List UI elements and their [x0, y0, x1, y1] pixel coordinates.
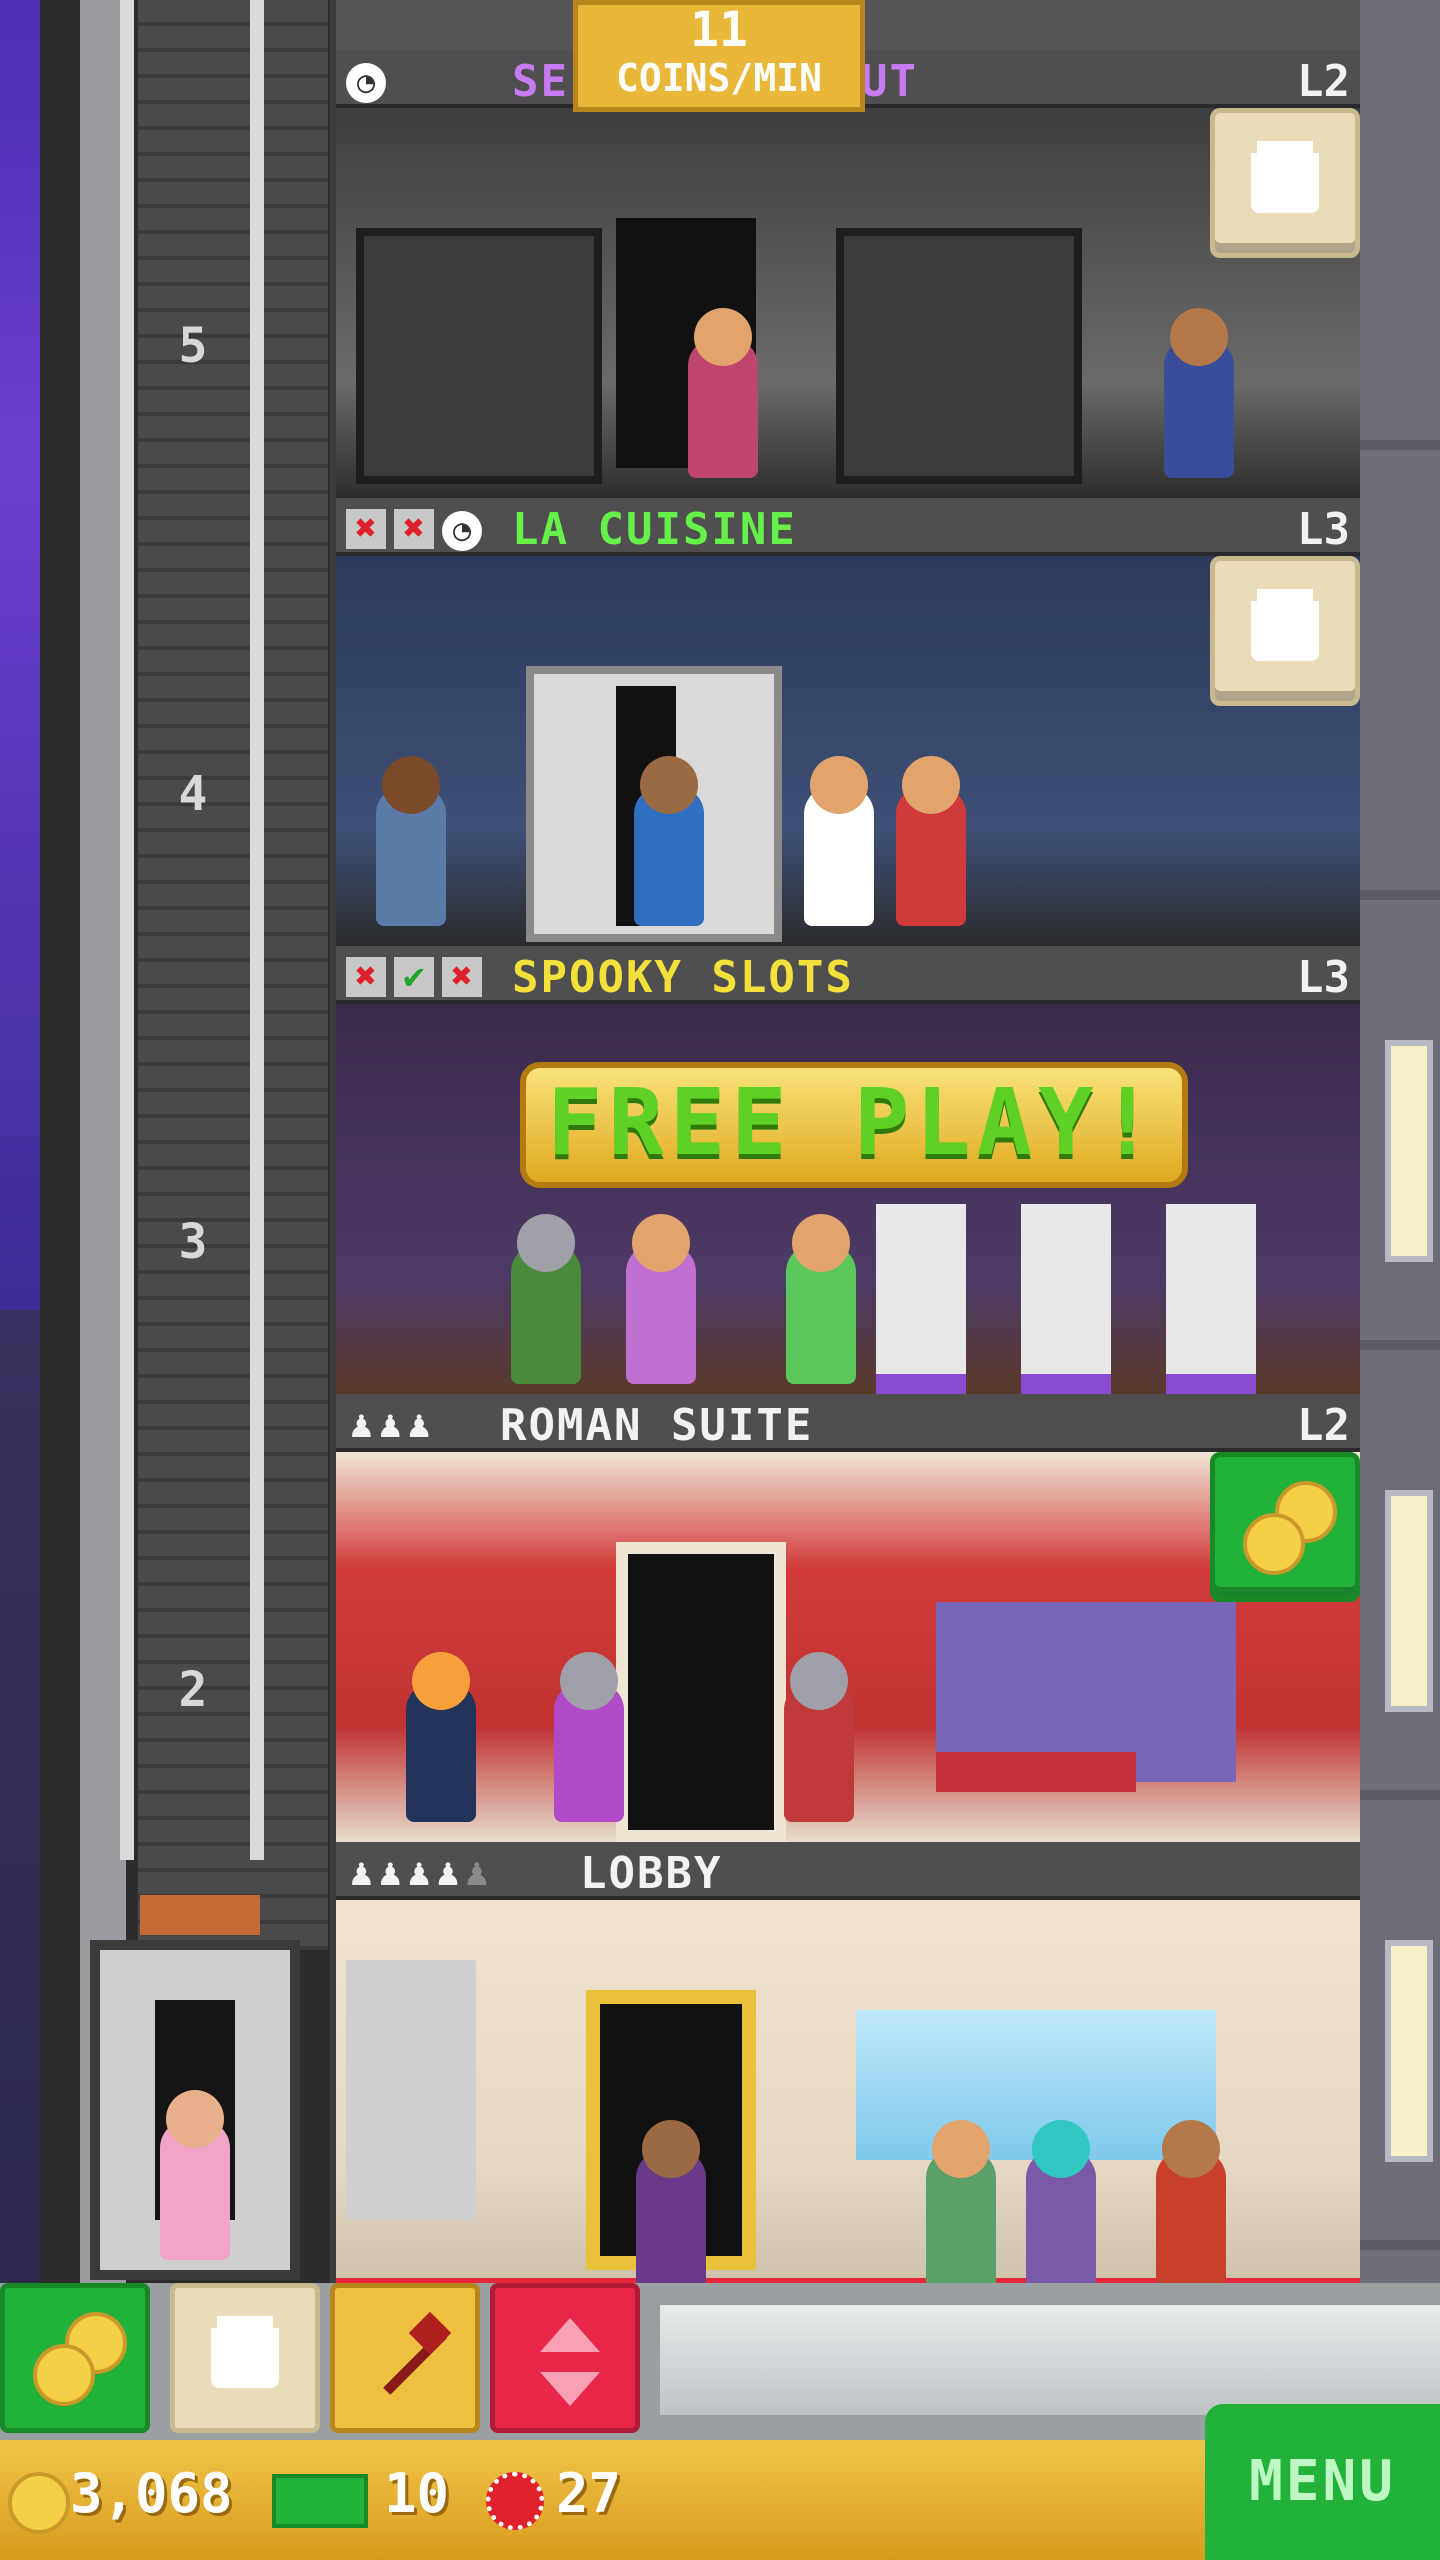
cooking-pot-icon[interactable] [1210, 556, 1360, 706]
room-interior [336, 108, 1360, 500]
coin-stack-icon[interactable] [1210, 1452, 1360, 1602]
bitizen[interactable] [896, 756, 966, 926]
x-mark-icon: ✖ [346, 509, 386, 549]
room-door [616, 1542, 786, 1842]
bitizen-bellhop[interactable] [1156, 2120, 1226, 2290]
bitizen-guard[interactable] [1164, 308, 1234, 478]
floor-level: L2 [1297, 1400, 1350, 1451]
person-icon: ♟♟♟ [350, 1402, 437, 1446]
bitizen-zombie[interactable] [554, 1652, 624, 1822]
floor-lobby[interactable]: ♟♟♟♟♟ LOBBY [336, 1842, 1360, 2292]
floor-roman-suite[interactable]: ♟♟♟ ROMAN SUITE L2 [336, 1394, 1360, 1844]
bux-icon [272, 2474, 368, 2528]
floor-security[interactable]: ◔ SE UT L2 [336, 50, 1360, 500]
room-interior [336, 1452, 1360, 1844]
cooking-pot-icon[interactable] [1210, 108, 1360, 258]
floor-name: SE [512, 56, 569, 107]
occupancy-indicator: ♟♟♟ [350, 1402, 437, 1446]
x-mark-icon: ✖ [442, 957, 482, 997]
occupancy-indicator: ♟♟♟♟♟ [350, 1850, 494, 1894]
action-bar-track [660, 2305, 1440, 2415]
side-window [1385, 1040, 1433, 1262]
elevator-car[interactable] [90, 1895, 300, 2280]
coins-per-min-value: 11 [690, 2, 748, 58]
floor-level: L3 [1297, 952, 1350, 1003]
shaft-bricks [138, 0, 328, 1950]
side-window [1385, 1940, 1433, 2162]
person-icon: ♟ [465, 1850, 495, 1894]
floor-header: ♟♟♟♟♟ LOBBY [336, 1842, 1360, 1900]
floor-name: LOBBY [580, 1848, 723, 1899]
floor-level: L3 [1297, 504, 1350, 555]
elevator-rider[interactable] [160, 2090, 230, 2260]
roman-couch [936, 1752, 1136, 1792]
chip-balance: 27 [556, 2462, 622, 2525]
elevator-counterweight [140, 1895, 260, 1935]
bitizen[interactable] [376, 756, 446, 926]
elevator-arrows-icon[interactable] [490, 2283, 640, 2433]
floor-level: L2 [1297, 56, 1350, 107]
slot-machine [876, 1204, 966, 1414]
bitizen[interactable] [926, 2120, 996, 2290]
floor-name: LA CUISINE [512, 504, 797, 555]
slot-machine [1166, 1204, 1256, 1414]
lobby-elevator-frame [346, 1960, 476, 2220]
hammer-icon[interactable] [330, 2283, 480, 2433]
shaft-floor-number-3: 3 [178, 1214, 208, 1270]
cctv-console [836, 228, 1082, 484]
side-window [1385, 1490, 1433, 1712]
bitizen[interactable] [688, 308, 758, 478]
bitizen[interactable] [626, 1214, 696, 1384]
bitizen[interactable] [634, 756, 704, 926]
shaft-floor-number-2: 2 [178, 1662, 208, 1718]
coins-per-min-label: COINS/MIN [616, 56, 822, 100]
shaft-floor-number-4: 4 [178, 766, 208, 822]
free-play-banner[interactable]: FREE PLAY! [520, 1062, 1188, 1188]
room-interior [336, 1900, 1360, 2290]
floor-header: ✖ ✔ ✖ SPOOKY SLOTS L3 [336, 946, 1360, 1004]
room-interior [336, 556, 1360, 948]
shaft-floor-number-5: 5 [178, 318, 208, 374]
bitizen[interactable] [786, 1214, 856, 1384]
slot-machine [1021, 1204, 1111, 1414]
floor-header: ♟♟♟ ROMAN SUITE L2 [336, 1394, 1360, 1452]
floor-la-cuisine[interactable]: ✖ ✖ ◔ LA CUISINE L3 [336, 498, 1360, 948]
x-mark-icon: ✖ [394, 509, 434, 549]
chip-icon [486, 2472, 544, 2530]
bitizen[interactable] [636, 2120, 706, 2290]
bitizen[interactable] [1026, 2120, 1096, 2290]
floor-header: ✖ ✖ ◔ LA CUISINE L3 [336, 498, 1360, 556]
x-mark-icon: ✖ [346, 957, 386, 997]
person-icon: ♟♟♟♟ [350, 1850, 466, 1894]
elevator-cable-right [250, 0, 264, 1860]
clock-icon: ◔ [442, 511, 482, 551]
floor-name: ROMAN SUITE [500, 1400, 814, 1451]
floor-name-tail: UT [861, 56, 918, 107]
menu-button[interactable]: MENU [1205, 2404, 1440, 2560]
coins-per-min-badge: 11 COINS/MIN [573, 0, 865, 112]
coin-balance: 3,068 [70, 2462, 233, 2525]
cooking-pot-icon[interactable] [170, 2283, 320, 2433]
bitizen-zombie[interactable] [511, 1214, 581, 1384]
floor-name: SPOOKY SLOTS [512, 952, 854, 1003]
clock-icon: ◔ [346, 63, 386, 103]
elevator-cable-left [120, 0, 134, 1860]
coin-icon [8, 2472, 70, 2534]
coin-stack-icon[interactable] [0, 2283, 150, 2433]
check-mark-icon: ✔ [394, 957, 434, 997]
cctv-console [356, 228, 602, 484]
bux-balance: 10 [384, 2462, 450, 2525]
bitizen[interactable] [406, 1652, 476, 1822]
bitizen-zombie[interactable] [784, 1652, 854, 1822]
bitizen-chef[interactable] [804, 756, 874, 926]
